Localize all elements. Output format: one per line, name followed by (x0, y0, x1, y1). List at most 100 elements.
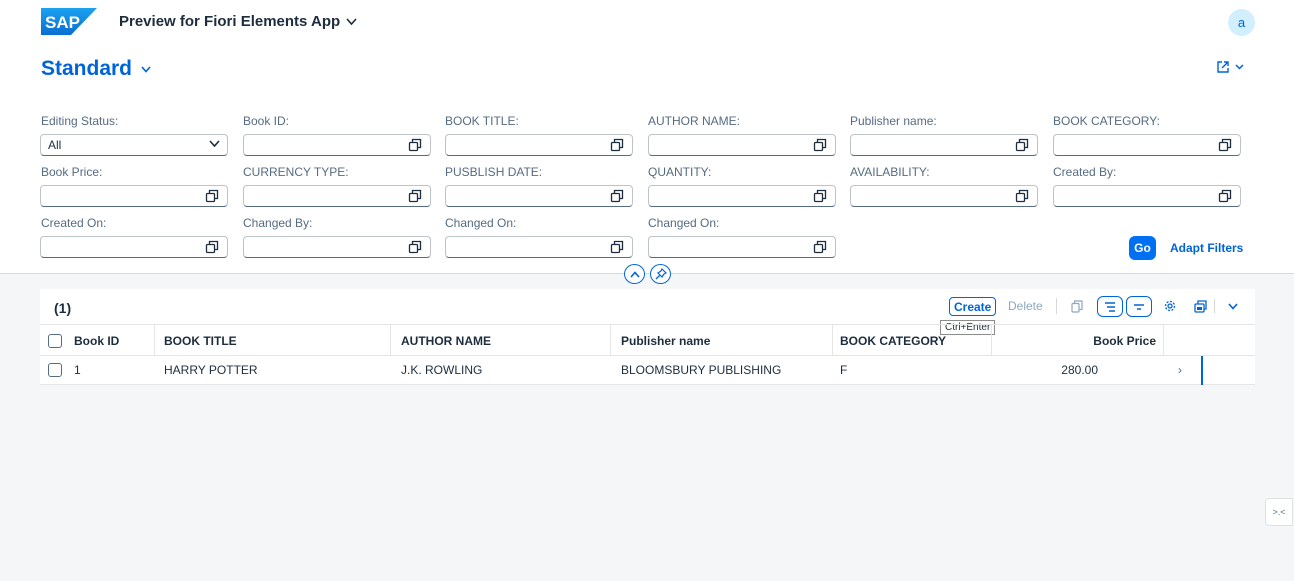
changed-on-input[interactable] (445, 236, 633, 258)
row-checkbox[interactable] (48, 363, 62, 377)
cell-book-price: 280.00 (1061, 363, 1098, 377)
filter-header: Standard Editing Status: All Book ID: BO… (0, 44, 1294, 273)
currency-type-input[interactable] (243, 185, 431, 207)
avatar[interactable]: a (1228, 9, 1255, 36)
book-title-label: BOOK TITLE: (445, 114, 519, 128)
create-button[interactable]: Create (949, 297, 997, 316)
value-help-icon[interactable] (205, 189, 219, 203)
value-help-icon[interactable] (1015, 138, 1029, 152)
author-name-label: AUTHOR NAME: (648, 114, 741, 128)
book-id-input[interactable] (243, 134, 431, 156)
changed-on-label: Changed On: (445, 216, 517, 230)
chevron-down-icon (346, 17, 357, 25)
value-help-icon[interactable] (1015, 189, 1029, 203)
value-help-icon[interactable] (408, 240, 422, 254)
pin-icon (655, 268, 667, 280)
created-on-label: Created On: (41, 216, 107, 230)
app-title-menu[interactable]: Preview for Fiori Elements App (119, 13, 357, 30)
column-header-publisher-name[interactable]: Publisher name (621, 325, 833, 356)
cell-book-id: 1 (74, 363, 81, 377)
list-collapse-icon (1134, 303, 1144, 310)
availability-input[interactable] (850, 185, 1038, 207)
chevron-up-icon (629, 270, 640, 278)
changed-by-input[interactable] (243, 236, 431, 258)
value-help-icon[interactable] (1218, 189, 1232, 203)
row-navigation-icon[interactable]: › (1178, 363, 1182, 377)
go-button[interactable]: Go (1129, 236, 1156, 260)
delete-button[interactable]: Delete (1008, 299, 1043, 313)
export-icon (1194, 299, 1207, 313)
value-help-icon[interactable] (813, 138, 827, 152)
editing-status-select[interactable]: All (40, 134, 228, 156)
adapt-filters-button[interactable]: Adapt Filters (1170, 241, 1243, 255)
column-header-book-title[interactable]: BOOK TITLE (164, 325, 391, 356)
publisher-name-input[interactable] (850, 134, 1038, 156)
created-on-input[interactable] (40, 236, 228, 258)
value-help-icon[interactable] (610, 138, 624, 152)
publisher-name-label: Publisher name: (850, 114, 937, 128)
column-header-book-id[interactable]: Book ID (74, 325, 155, 356)
publish-date-label: PUSBLISH DATE: (445, 165, 543, 179)
share-icon (1217, 61, 1229, 73)
value-help-icon[interactable] (813, 240, 827, 254)
app-title: Preview for Fiori Elements App (119, 13, 341, 30)
changed-on-2-label: Changed On: (648, 216, 720, 230)
value-help-icon[interactable] (813, 189, 827, 203)
collapse-panel-icon[interactable]: >.< (1265, 498, 1293, 526)
value-help-icon[interactable] (408, 189, 422, 203)
publish-date-input[interactable] (445, 185, 633, 207)
editing-status-label: Editing Status: (41, 114, 119, 128)
select-all-checkbox[interactable] (48, 334, 62, 348)
book-category-input[interactable] (1053, 134, 1241, 156)
value-help-icon[interactable] (610, 240, 624, 254)
quantity-label: QUANTITY: (648, 165, 712, 179)
header-divider (0, 273, 1294, 274)
share-button[interactable] (1216, 60, 1244, 74)
table-count: (1) (54, 300, 72, 316)
value-help-icon[interactable] (408, 138, 422, 152)
collapse-header-button[interactable] (624, 264, 645, 284)
value-help-icon[interactable] (1218, 138, 1232, 152)
copy-button[interactable] (1067, 297, 1087, 315)
table-row[interactable]: 1 HARRY POTTER J.K. ROWLING BLOOMSBURY P… (40, 356, 1255, 385)
chevron-down-icon (209, 140, 220, 148)
book-category-label: BOOK CATEGORY: (1053, 114, 1160, 128)
book-title-input[interactable] (445, 134, 633, 156)
sap-logo[interactable]: SAP (41, 8, 97, 35)
cell-book-category: F (840, 363, 848, 377)
export-button[interactable] (1191, 297, 1211, 315)
list-indent-icon (1105, 301, 1115, 312)
variant-selector[interactable]: Standard (41, 57, 151, 81)
currency-type-label: CURRENCY TYPE: (243, 165, 349, 179)
condensed-toggle[interactable] (1126, 296, 1152, 317)
author-name-input[interactable] (648, 134, 836, 156)
copy-icon (1071, 299, 1083, 313)
row-navigated-indicator (1201, 356, 1203, 385)
export-menu-button[interactable] (1223, 297, 1243, 315)
column-header-book-price[interactable]: Book Price (992, 325, 1164, 356)
editing-status-value: All (48, 138, 62, 152)
pin-header-button[interactable] (650, 264, 671, 284)
cell-author-name: J.K. ROWLING (401, 363, 483, 377)
quantity-input[interactable] (648, 185, 836, 207)
table-settings-button[interactable] (1160, 297, 1180, 315)
created-by-input[interactable] (1053, 185, 1241, 207)
toolbar-separator (1214, 299, 1215, 313)
chevron-down-icon (1228, 302, 1238, 310)
created-by-label: Created By: (1053, 165, 1117, 179)
book-price-input[interactable] (40, 185, 228, 207)
logo-text: SAP (45, 13, 80, 32)
toolbar-separator (1056, 298, 1057, 314)
value-help-icon[interactable] (205, 240, 219, 254)
table-header-row: Book ID BOOK TITLE AUTHOR NAME Publisher… (40, 324, 1255, 356)
avatar-initial: a (1237, 15, 1246, 30)
chevron-down-icon (141, 65, 151, 73)
changed-on-2-input[interactable] (648, 236, 836, 258)
changed-by-label: Changed By: (243, 216, 313, 230)
value-help-icon[interactable] (610, 189, 624, 203)
column-header-author-name[interactable]: AUTHOR NAME (401, 325, 611, 356)
expand-rows-toggle[interactable] (1097, 296, 1123, 317)
gear-icon (1164, 300, 1176, 312)
shell-bar: SAP Preview for Fiori Elements App a (0, 0, 1294, 44)
column-header-book-category[interactable]: BOOK CATEGORY (840, 325, 992, 356)
